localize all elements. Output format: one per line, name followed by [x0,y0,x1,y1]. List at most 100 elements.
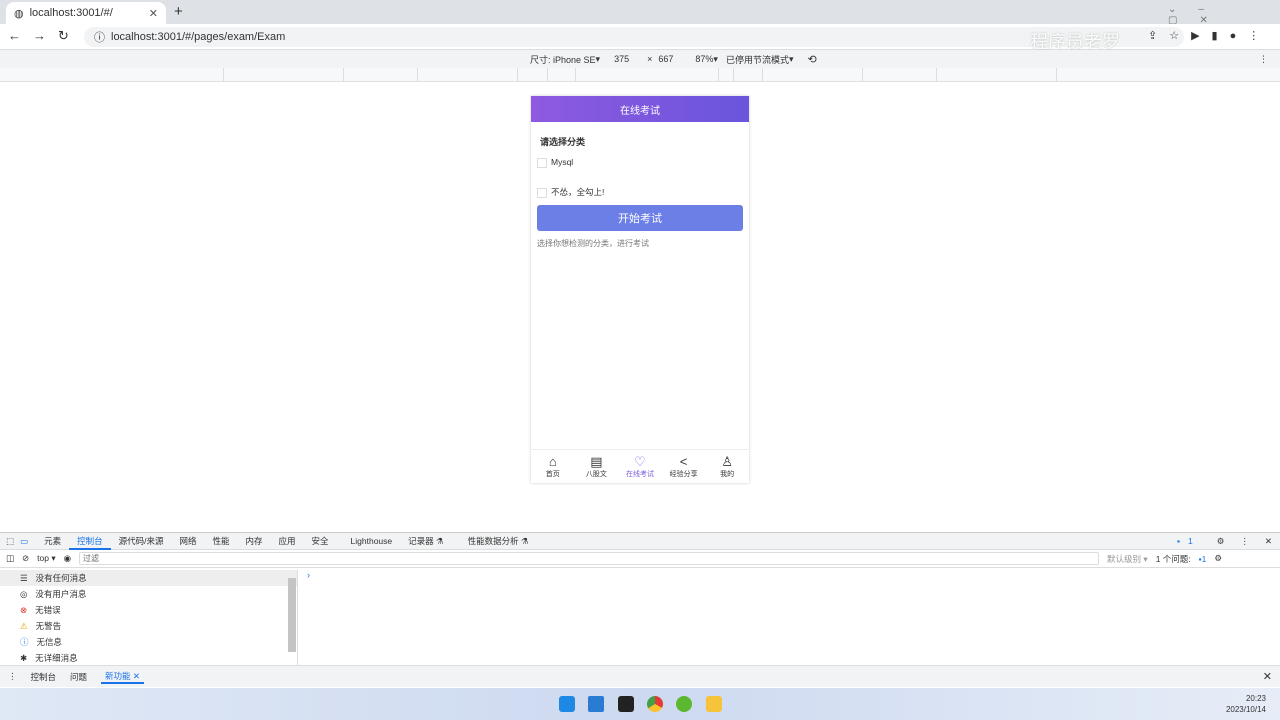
throttle-select[interactable]: 已停用节流模式 [726,53,789,66]
user-icon: ♙ [721,454,733,469]
label: 没有任何消息 [35,573,87,583]
eye-icon[interactable]: ◉ [64,553,71,564]
tab-network[interactable]: 网络 [171,535,204,547]
browser-tab[interactable]: ◍ localhost:3001/#/ ✕ [6,2,166,24]
times-sign: × [647,54,653,64]
checkbox[interactable] [537,157,547,168]
console-settings-icon[interactable]: ⚙ [1214,553,1222,564]
context-value: top [37,553,49,563]
drawer-tab-console[interactable]: 控制台 [31,671,57,683]
close-devtools-icon[interactable]: ✕ [1257,536,1280,547]
bottom-nav: ⌂ 首页 ▤ 八股文 ♡ 在线考试 < 经验分享 ♙ 我的 [531,449,749,483]
tab-console[interactable]: 控制台 [69,533,111,550]
nav-label: 八股文 [585,471,607,478]
nav-baguwen[interactable]: ▤ 八股文 [575,450,619,483]
new-tab-button[interactable]: + [174,3,183,20]
tab-sources[interactable]: 源代码/来源 [111,535,172,547]
nav-mine[interactable]: ♙ 我的 [705,450,749,483]
more-icon[interactable]: ⋮ [1259,54,1268,65]
tab-lighthouse[interactable]: Lighthouse [337,536,401,546]
drawer-tab-issues[interactable]: 问题 [70,671,87,683]
option-select-all[interactable]: 不怂，全勾上! [537,186,604,198]
start-exam-button[interactable]: 开始考试 [537,205,743,231]
filter-warnings[interactable]: ⚠ 无警告 [0,618,297,634]
label: 无信息 [36,637,63,647]
error-icon: ⊗ [20,604,28,615]
issues-badge[interactable]: ▪ 1 [1169,536,1209,546]
device-icon[interactable]: ▭ [18,536,36,547]
sidebar-toggle-icon[interactable]: ◫ [6,553,14,564]
window-controls[interactable]: ⌄–▢✕ [1168,4,1280,26]
filter-verbose[interactable]: ✱ 无详细消息 [0,650,297,666]
console-prompt[interactable]: › [307,570,310,580]
nav-label: 在线考试 [625,471,654,478]
warning-icon: ⚠ [20,620,28,631]
issues-label: 1 个问题: [1155,553,1191,564]
more-icon[interactable]: ⋮ [1232,536,1257,547]
list-icon: ☰ [20,572,28,583]
media-query-ruler [0,68,1280,82]
level-value: 默认级别 [1107,553,1142,564]
checkbox[interactable] [537,187,547,198]
tab-perf-insights[interactable]: 性能数据分析 ⚗ [452,535,537,547]
height-input[interactable]: 667 [658,54,673,64]
phone-viewport: 在线考试 请选择分类 Mysql 不怂，全勾上! 开始考试 选择你想检测的分类，… [531,96,749,483]
devtools-panel: ⬚ ▭ 元素 控制台 源代码/来源 网络 性能 内存 应用 安全 Lighthou… [0,532,1280,665]
folder-icon[interactable] [706,696,722,712]
filter-user-messages[interactable]: ◎ 没有用户消息 [0,586,297,602]
tab-recorder[interactable]: 记录器 ⚗ [400,535,451,547]
drawer-menu-icon[interactable]: ⋮ [8,671,17,682]
chrome-icon[interactable] [647,696,663,712]
tab-application[interactable]: 应用 [271,535,304,547]
app-header: 在线考试 [531,96,749,122]
label: 无详细消息 [35,653,78,663]
nav-buttons[interactable]: ←→↻ [8,28,81,44]
settings-icon[interactable]: ⚙ [1209,536,1233,547]
console-sidebar: ☰ 没有任何消息 ◎ 没有用户消息 ⊗ 无错误 ⚠ 无警告 ⓘ 无信息 ✱ 无详细消息 [0,570,298,665]
info-icon: ⓘ [20,637,29,647]
nav-share[interactable]: < 经验分享 [662,450,706,483]
tab-performance[interactable]: 性能 [204,535,237,547]
time: 20:23 [1245,694,1266,703]
nav-exam[interactable]: ♡ 在线考试 [618,450,662,483]
home-icon: ⌂ [548,454,557,469]
jetbrains-icon[interactable] [618,696,634,712]
tab-memory[interactable]: 内存 [238,535,271,547]
clear-icon[interactable]: ⊘ [22,553,29,564]
filter-errors[interactable]: ⊗ 无错误 [0,602,297,618]
page-title: 在线考试 [620,105,660,117]
filter-info[interactable]: ⓘ 无信息 [0,634,297,650]
share-icon: < [679,454,688,469]
address-bar[interactable]: ⓘ localhost:3001/#/pages/exam/Exam [84,27,1184,47]
zoom-select[interactable]: 87% [695,54,713,64]
clock[interactable]: 20:23 2023/10/14 [1226,693,1266,715]
rotate-icon[interactable]: ⟲ [808,53,817,66]
drawer-tab-whats-new[interactable]: 新功能 ✕ [101,670,145,684]
option-label: 不怂，全勾上! [551,187,605,197]
inspect-icon[interactable]: ⬚ [0,536,18,547]
filter-all-messages[interactable]: ☰ 没有任何消息 [0,570,297,586]
nav-home[interactable]: ⌂ 首页 [531,450,575,483]
tab-elements[interactable]: 元素 [36,535,69,547]
device-select[interactable]: 尺寸: iPhone SE [530,53,596,66]
exam-icon: ♡ [634,454,646,469]
option-mysql[interactable]: Mysql [537,157,573,168]
toolbar-icons[interactable]: ⇪☆▶▮●⋮ [1148,29,1271,42]
devtools-tabs: ⬚ ▭ 元素 控制台 源代码/来源 网络 性能 内存 应用 安全 Lighthou… [0,533,1280,550]
tab-title: localhost:3001/#/ [29,7,113,19]
start-icon[interactable] [559,696,575,712]
app-icon[interactable] [676,696,692,712]
device-toolbar: 尺寸: iPhone SE ▾ 375 × 667 87% ▾ 已停用节流模式 ▾ ⟲… [0,50,1280,68]
devtools-drawer: ⋮ 控制台 问题 新功能 ✕ ✕ [0,665,1280,687]
width-input[interactable]: 375 [614,54,629,64]
tab-security[interactable]: 安全 [304,535,337,547]
vscode-icon[interactable] [588,696,604,712]
filter-input[interactable]: 过滤 [79,552,1100,565]
scrollbar[interactable] [288,578,296,652]
context-select[interactable]: top ▾ [37,553,55,564]
level-select[interactable]: 默认级别 ▾ [1107,553,1148,565]
close-tab-icon[interactable]: ✕ [149,7,158,20]
issues-count[interactable]: ▪1 [1199,554,1207,564]
close-drawer-icon[interactable]: ✕ [1263,670,1272,683]
badge-count: 1 [1188,536,1193,546]
